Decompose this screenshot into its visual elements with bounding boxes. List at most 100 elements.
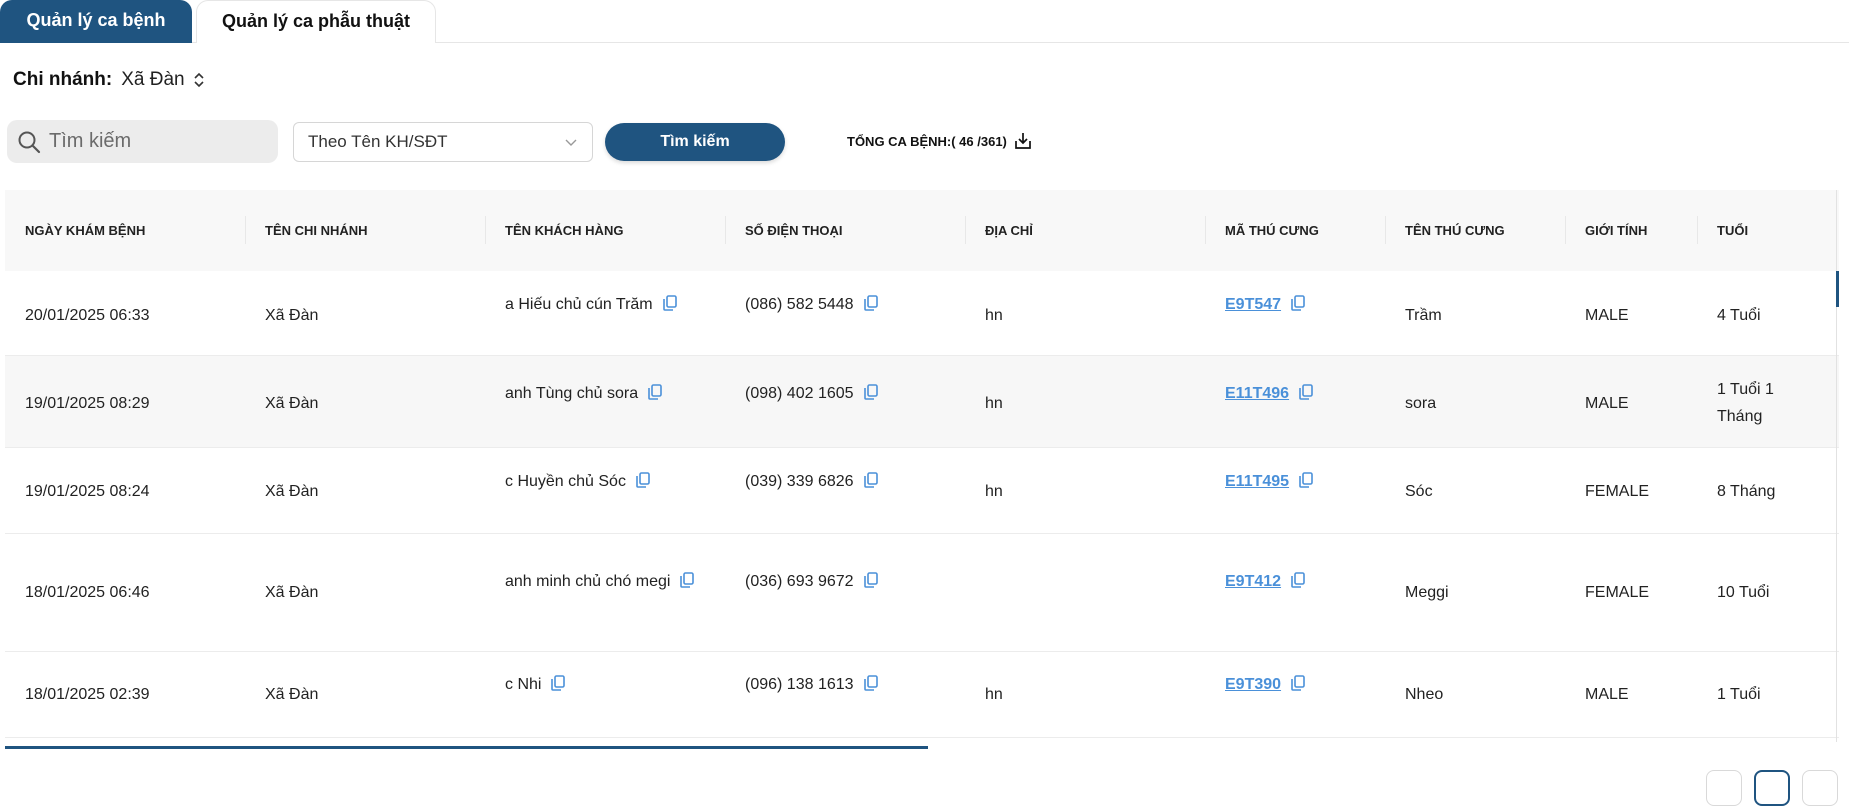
pet-code-link[interactable]: E9T547 <box>1225 296 1281 313</box>
cell-phone: (086) 582 5448 <box>745 291 878 320</box>
branch-dropdown[interactable]: Xã Đàn <box>112 69 204 91</box>
branch-label: Chi nhánh: <box>13 69 113 90</box>
cell-date: 19/01/2025 08:24 <box>25 483 150 500</box>
tab-case-management[interactable]: Quản lý ca bệnh <box>0 0 192 43</box>
cell-pet-code: E11T496 <box>1225 380 1313 409</box>
cell-age: 10 Tuổi <box>1717 584 1770 601</box>
header-address: ĐỊA CHỈ <box>985 223 1033 238</box>
header-pet-name: TÊN THÚ CƯNG <box>1405 223 1505 238</box>
cell-date: 18/01/2025 02:39 <box>25 686 150 703</box>
table-row[interactable]: 18/01/2025 06:46 Xã Đàn anh minh chủ chó… <box>5 534 1839 652</box>
cell-branch: Xã Đàn <box>265 395 319 412</box>
cell-address: hn <box>985 307 1003 324</box>
cell-date: 20/01/2025 06:33 <box>25 307 150 324</box>
search-button[interactable]: Tìm kiếm <box>605 123 785 161</box>
cell-phone: (098) 402 1605 <box>745 380 878 409</box>
cell-pet-code: E9T547 <box>1225 291 1305 320</box>
cases-table: NGÀY KHÁM BỆNH TÊN CHI NHÁNH TÊN KHÁCH H… <box>5 190 1839 742</box>
vertical-scrollbar-thumb[interactable] <box>1836 271 1839 307</box>
copy-icon[interactable] <box>1291 293 1305 320</box>
copy-icon[interactable] <box>1291 673 1305 700</box>
header-phone: SỐ ĐIỆN THOẠI <box>745 223 843 238</box>
header-gender: GIỚI TÍNH <box>1585 223 1648 238</box>
pagination-prev-button[interactable] <box>1706 770 1742 806</box>
pet-code-link[interactable]: E11T496 <box>1225 385 1289 402</box>
cell-address: hn <box>985 686 1003 703</box>
chevron-down-icon <box>565 139 577 146</box>
branch-value: Xã Đàn <box>121 69 185 90</box>
cell-branch: Xã Đàn <box>265 483 319 500</box>
cell-phone: (096) 138 1613 <box>745 671 878 700</box>
total-cases-text: TỔNG CA BỆNH:( 46 /361) <box>847 133 1007 149</box>
cell-date: 19/01/2025 08:29 <box>25 395 150 412</box>
search-input[interactable] <box>49 130 269 153</box>
cell-branch: Xã Đàn <box>265 584 319 601</box>
cell-address: hn <box>985 483 1003 500</box>
table-header: NGÀY KHÁM BỆNH TÊN CHI NHÁNH TÊN KHÁCH H… <box>5 190 1839 271</box>
tab-surgery-management[interactable]: Quản lý ca phẫu thuật <box>196 0 436 43</box>
cell-customer: a Hiếu chủ cún Trăm <box>505 291 677 320</box>
cell-pet-name: sora <box>1405 395 1437 412</box>
copy-icon[interactable] <box>680 570 695 597</box>
cell-customer: c Nhi <box>505 671 566 700</box>
cell-age: 1 Tuổi <box>1717 686 1761 703</box>
copy-icon[interactable] <box>1299 382 1313 409</box>
cell-age: 1 Tuổi 1 Tháng <box>1717 381 1774 425</box>
cell-date: 18/01/2025 06:46 <box>25 584 150 601</box>
cell-customer: c Huyền chủ Sóc <box>505 468 650 497</box>
cell-customer: anh Tùng chủ sora <box>505 380 662 409</box>
cell-age: 4 Tuổi <box>1717 307 1761 324</box>
cell-pet-name: Meggi <box>1405 584 1449 601</box>
copy-icon[interactable] <box>1291 570 1305 597</box>
cell-pet-name: Trầm <box>1405 307 1442 324</box>
download-icon[interactable] <box>1013 131 1033 151</box>
header-branch: TÊN CHI NHÁNH <box>265 223 368 238</box>
cell-pet-code: E9T412 <box>1225 568 1305 597</box>
table-row[interactable]: 18/01/2025 02:39 Xã Đàn c Nhi (096) 138 … <box>5 652 1839 738</box>
cell-pet-name: Sóc <box>1405 483 1433 500</box>
copy-icon[interactable] <box>1299 470 1313 497</box>
table-row[interactable]: 19/01/2025 08:24 Xã Đàn c Huyền chủ Sóc … <box>5 448 1839 534</box>
copy-icon[interactable] <box>863 382 878 409</box>
copy-icon[interactable] <box>863 293 878 320</box>
search-type-value: Theo Tên KH/SĐT <box>308 132 448 151</box>
cell-age: 8 Tháng <box>1717 483 1776 500</box>
cell-gender: MALE <box>1585 686 1629 703</box>
table-row[interactable]: 20/01/2025 06:33 Xã Đàn a Hiếu chủ cún T… <box>5 271 1839 356</box>
cell-pet-name: Nheo <box>1405 686 1444 703</box>
copy-icon[interactable] <box>863 673 878 700</box>
cell-branch: Xã Đàn <box>265 686 319 703</box>
copy-icon[interactable] <box>551 673 566 700</box>
table-row[interactable]: 19/01/2025 08:29 Xã Đàn anh Tùng chủ sor… <box>5 356 1839 448</box>
cell-gender: MALE <box>1585 307 1629 324</box>
pet-code-link[interactable]: E9T390 <box>1225 676 1281 693</box>
tab-bar: Quản lý ca bệnh Quản lý ca phẫu thuật <box>0 0 1849 43</box>
pagination-page-button[interactable] <box>1754 770 1790 806</box>
cell-pet-code: E11T495 <box>1225 468 1313 497</box>
horizontal-scrollbar-thumb[interactable] <box>5 746 928 749</box>
cell-phone: (036) 693 9672 <box>745 568 878 597</box>
copy-icon[interactable] <box>648 382 662 409</box>
copy-icon[interactable] <box>863 470 878 497</box>
header-visit-date: NGÀY KHÁM BỆNH <box>25 223 146 238</box>
branch-selector: Chi nhánh: Xã Đàn <box>13 67 205 93</box>
header-age: TUỔI <box>1717 223 1749 238</box>
cell-branch: Xã Đàn <box>265 307 319 324</box>
pagination-next-button[interactable] <box>1802 770 1838 806</box>
cell-pet-code: E9T390 <box>1225 671 1305 700</box>
cell-gender: FEMALE <box>1585 483 1650 500</box>
cell-address: hn <box>985 395 1003 412</box>
cell-customer: anh minh chủ chó megi <box>505 568 695 597</box>
search-type-select[interactable]: Theo Tên KH/SĐT <box>293 122 593 162</box>
header-pet-code: MÃ THÚ CƯNG <box>1225 223 1319 238</box>
cell-gender: FEMALE <box>1585 584 1650 601</box>
pet-code-link[interactable]: E9T412 <box>1225 573 1281 590</box>
cell-gender: MALE <box>1585 395 1629 412</box>
copy-icon[interactable] <box>662 293 677 320</box>
total-cases: TỔNG CA BỆNH:( 46 /361) <box>847 131 1033 151</box>
search-box <box>7 120 278 163</box>
copy-icon[interactable] <box>636 470 650 497</box>
pet-code-link[interactable]: E11T495 <box>1225 473 1289 490</box>
header-customer: TÊN KHÁCH HÀNG <box>505 223 624 238</box>
copy-icon[interactable] <box>863 570 878 597</box>
